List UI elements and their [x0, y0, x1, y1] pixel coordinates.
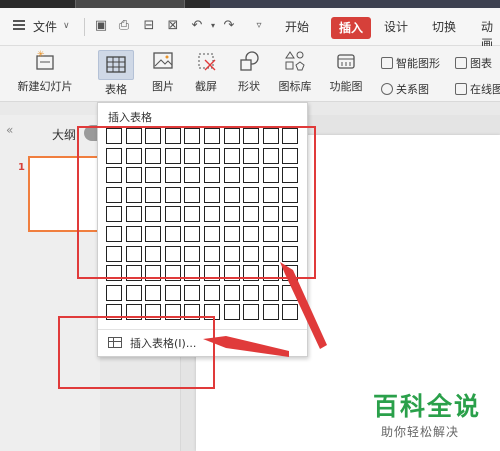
arrow-to-grid [280, 262, 327, 349]
app-window: 文件 ∨ ▣ ⎙ ⊟ ⊠ ↶ ▾ ↷ ▿ 开始 插入 设计 切换 动画 ✳ 新建… [0, 0, 500, 451]
watermark: 百科全说 助你轻松解决 [365, 383, 495, 445]
arrow-to-menu-item [203, 336, 289, 357]
watermark-title: 百科全说 [373, 392, 482, 421]
watermark-subtitle: 助你轻松解决 [381, 425, 460, 439]
